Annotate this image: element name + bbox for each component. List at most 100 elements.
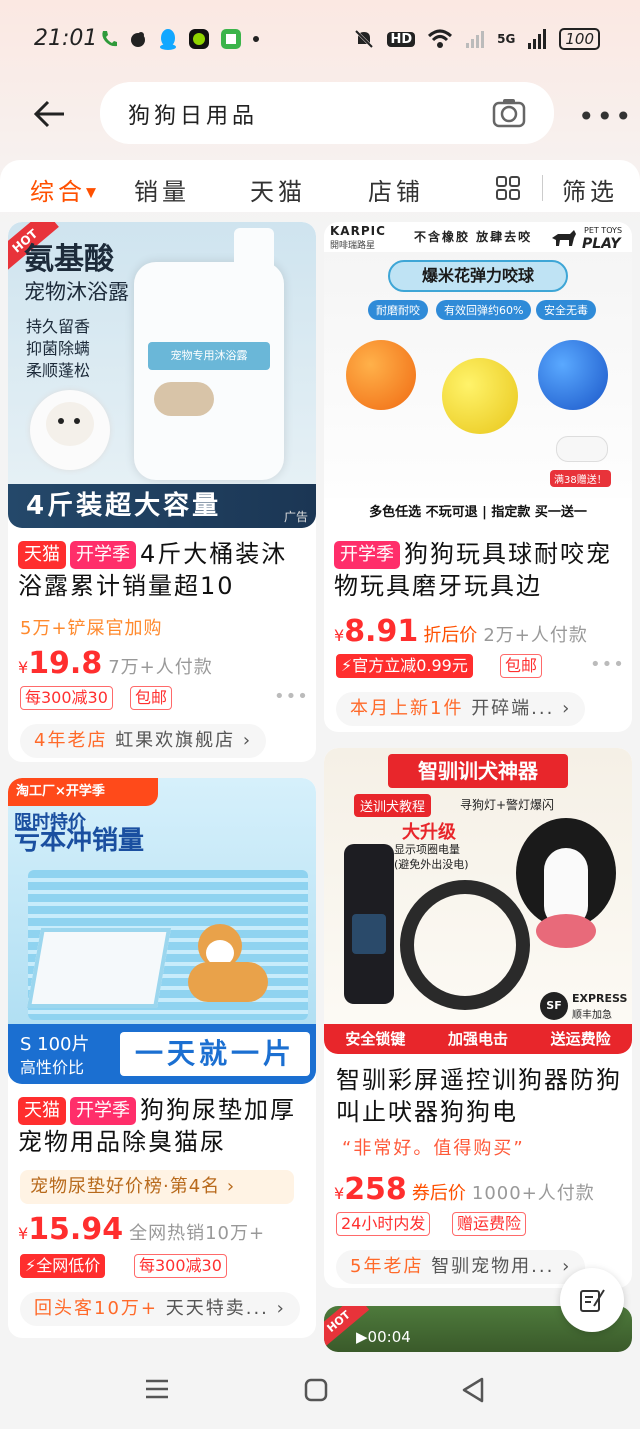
corgi-photo <box>178 924 278 1014</box>
filter-button[interactable]: 筛选 <box>562 172 618 207</box>
shop-link[interactable]: 5年老店 智驯宠物用... › <box>336 1250 586 1284</box>
image-slogan: 不含橡胶 放肆去咬 <box>414 230 533 244</box>
product-card-1[interactable]: HOT 氨基酸 宠物沐浴露 持久留香 抑菌除螨 柔顺蓬松 宠物专用沐浴露 4斤装… <box>8 222 316 762</box>
tmall-badge: 天猫 <box>18 1097 66 1125</box>
bone-toy <box>556 436 608 462</box>
pack-count: S 100片 <box>20 1034 90 1055</box>
tab-stores[interactable]: 店铺 <box>368 172 424 207</box>
image-headline: 智驯训犬神器 <box>388 754 568 788</box>
image-features: 持久留香 抑菌除螨 柔顺蓬松 <box>26 317 91 380</box>
menu-icon[interactable] <box>144 1378 170 1400</box>
express-badge: SF EXPRESS 顺丰加急 <box>540 992 627 1022</box>
shop-link[interactable]: 4年老店 虹果欢旗舰店 › <box>20 724 267 758</box>
free-shipping-tag: 包邮 <box>130 686 173 710</box>
image-banner: 多色任选 不玩可退 | 指定款 买一送一 <box>324 498 632 528</box>
mute-bell-icon <box>355 29 374 49</box>
signal-5g-icon <box>528 29 547 49</box>
shop-link[interactable]: 回头客10万+ 天天特卖... › <box>20 1292 300 1326</box>
search-query[interactable]: 狗狗日用品 <box>128 98 258 130</box>
battery-indicator: 100 <box>559 28 600 50</box>
ranking-bar[interactable]: 宠物尿垫好价榜·第4名 › <box>20 1170 294 1204</box>
brand-name: KARPIC <box>330 224 386 238</box>
single-pad <box>26 928 172 1008</box>
back-arrow-icon[interactable] <box>30 94 70 134</box>
sold-count: 2万+人付款 <box>483 625 588 646</box>
product-image-3[interactable]: 淘工厂×开学季 限时特价 亏本冲销量 S 100片 高性价比 一天就一片 <box>8 778 316 1084</box>
price: ¥19.8 7万+人付款 <box>18 646 213 681</box>
orange-ball <box>346 340 416 410</box>
shipping-insurance-tag: 赠运费险 <box>452 1212 527 1236</box>
shop-app-icon <box>221 29 241 49</box>
pet-toys-label: PET TOYS <box>584 226 623 235</box>
back-triangle-icon[interactable] <box>460 1376 486 1404</box>
lights-label: 寻狗灯+警灯爆闪 <box>460 798 555 812</box>
wifi-icon <box>428 29 453 48</box>
product-card-2[interactable]: KARPIC 開啡瑞路星 不含橡胶 放肆去咬 PET TOYS PLAY 爆米花… <box>324 222 632 732</box>
hd-icon: HD <box>387 31 416 47</box>
tutorial-tag: 送训犬教程 <box>354 794 432 817</box>
image-subheadline: 亏本冲销量 <box>14 826 145 856</box>
review-quote: “非常好。值得购买” <box>342 1138 525 1159</box>
value-label: 高性价比 <box>20 1058 85 1077</box>
dog-silhouette-icon <box>552 230 576 246</box>
grid-view-icon[interactable] <box>496 176 520 200</box>
phone-icon <box>102 31 117 47</box>
image-subheadline: 宠物沐浴露 <box>24 280 129 304</box>
price: ¥8.91 折后价 2万+人付款 <box>334 614 588 649</box>
more-options-icon[interactable]: ••• <box>578 100 634 133</box>
tab-tmall[interactable]: 天猫 <box>250 172 306 207</box>
tmall-badge: 天猫 <box>18 541 66 569</box>
season-badge: 开学季 <box>70 541 136 569</box>
edit-note-icon <box>580 1289 605 1312</box>
bottle-label: 宠物专用沐浴露 <box>148 342 270 370</box>
sold-count: 全网热销10万+ <box>129 1223 266 1244</box>
product-title[interactable]: 智驯彩屏遥控训狗器防狗叫止吠器狗狗电 <box>336 1064 626 1128</box>
feature-pill: 耐磨耐咬 <box>368 300 428 320</box>
more-actions-icon[interactable]: ••• <box>590 654 625 675</box>
season-badge: 开学季 <box>334 541 400 569</box>
product-title[interactable]: 天猫 开学季 4斤大桶装沐浴露累计销量超10 <box>18 538 308 602</box>
product-card-3[interactable]: 淘工厂×开学季 限时特价 亏本冲销量 S 100片 高性价比 一天就一片 天猫开… <box>8 778 316 1338</box>
home-icon[interactable] <box>304 1378 328 1402</box>
tab-sales[interactable]: 销量 <box>134 172 190 207</box>
notification-icons <box>100 28 260 50</box>
offer-tag: 每300减30 <box>20 686 113 710</box>
sold-count: 1000+人付款 <box>471 1183 595 1204</box>
product-image-2[interactable]: KARPIC 開啡瑞路星 不含橡胶 放肆去咬 PET TOYS PLAY 爆米花… <box>324 222 632 528</box>
more-actions-icon[interactable]: ••• <box>274 686 309 707</box>
price: ¥258 券后价 1000+人付款 <box>334 1172 595 1207</box>
product-image-1[interactable]: HOT 氨基酸 宠物沐浴露 持久留香 抑菌除螨 柔顺蓬松 宠物专用沐浴露 4斤装… <box>8 222 316 528</box>
blue-ball <box>538 340 608 410</box>
shop-link[interactable]: 本月上新1件 开碎端... › <box>336 692 586 726</box>
app-icon <box>131 32 145 47</box>
image-headline: 氨基酸 <box>24 242 114 277</box>
tab-comprehensive[interactable]: 综合▼ <box>30 172 96 207</box>
status-bar: 21:01 HD 5G 100 <box>0 0 640 80</box>
banner-slogan: 一天就一片 <box>120 1032 310 1076</box>
filter-divider <box>542 175 543 201</box>
search-input[interactable]: 狗狗日用品 <box>100 82 554 144</box>
feature-pill: 有效回弹约60% <box>436 300 532 320</box>
system-icons: HD 5G 100 <box>353 28 600 50</box>
sold-count: 7万+人付款 <box>108 657 213 678</box>
price: ¥15.94 全网热销10万+ <box>18 1212 266 1247</box>
feedback-button[interactable] <box>560 1268 624 1332</box>
bottle-pump <box>234 228 274 272</box>
image-headline: 爆米花弹力咬球 <box>388 260 568 292</box>
feature-pill: 安全无毒 <box>536 300 596 320</box>
season-badge: 开学季 <box>70 1097 136 1125</box>
add-to-cart-stat: 5万+铲屎官加购 <box>20 618 163 639</box>
image-banner: S 100片 高性价比 一天就一片 <box>8 1024 316 1084</box>
ship-24h-tag: 24小时内发 <box>336 1212 431 1236</box>
product-title[interactable]: 天猫 开学季 狗狗尿垫加厚宠物用品除臭猫尿 <box>18 1094 308 1158</box>
video-duration: ▶00:04 <box>356 1328 411 1346</box>
camera-icon[interactable] <box>492 96 526 130</box>
play-label: PLAY <box>582 236 621 252</box>
shampoo-bottle: 宠物专用沐浴露 <box>134 262 284 480</box>
product-title[interactable]: 开学季 狗狗玩具球耐咬宠物玩具磨牙玩具边 <box>334 538 624 602</box>
discount-tag: ⚡官方立减0.99元 <box>336 654 473 678</box>
product-image-4[interactable]: 智驯训犬神器 送训犬教程 寻狗灯+警灯爆闪 大升级 显示项圈电量 (避免外出没电… <box>324 748 632 1054</box>
product-card-4[interactable]: 智驯训犬神器 送训犬教程 寻狗灯+警灯爆闪 大升级 显示项圈电量 (避免外出没电… <box>324 748 632 1288</box>
screen-notes: 显示项圈电量 (避免外出没电) <box>394 843 469 871</box>
filter-bar: 综合▼ 销量 天猫 店铺 筛选 <box>0 160 640 212</box>
